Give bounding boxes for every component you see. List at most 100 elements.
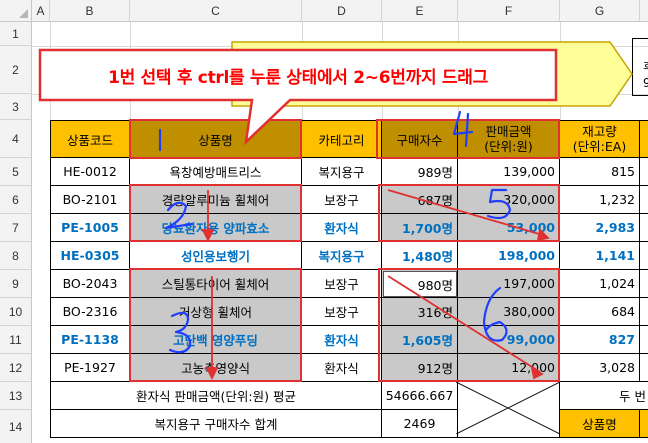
row-header-13[interactable]: 13 <box>0 382 32 410</box>
cell-name[interactable]: 당뇨환자용 양파효소 <box>130 214 302 242</box>
cell-stock[interactable]: 815 <box>560 158 640 186</box>
cell-category[interactable]: 환자식 <box>302 214 382 242</box>
cell-code[interactable]: HE-0305 <box>50 242 130 270</box>
cell-stock[interactable]: 827 <box>560 326 640 354</box>
cell-category[interactable]: 보장구 <box>302 298 382 326</box>
cell-overflow <box>640 270 648 298</box>
header-stock-line1: 재고량 <box>582 124 617 139</box>
row-header-4[interactable]: 4 <box>0 120 32 158</box>
header-code[interactable]: 상품코드 <box>50 120 130 158</box>
row-header-6[interactable]: 6 <box>0 186 32 214</box>
cell-name[interactable]: 경량알루미늄 휠체어 <box>130 186 302 214</box>
cell-stock[interactable]: 1,024 <box>560 270 640 298</box>
cell-code[interactable]: PE-1138 <box>50 326 130 354</box>
cell-code[interactable]: HE-0012 <box>50 158 130 186</box>
cell-code[interactable]: PE-1927 <box>50 354 130 382</box>
row-header-7[interactable]: 7 <box>0 214 32 242</box>
cell-stock[interactable]: 1,141 <box>560 242 640 270</box>
gridline <box>32 94 648 95</box>
col-header-c[interactable]: C <box>130 0 302 22</box>
cell-name[interactable]: 거상형 휠체어 <box>130 298 302 326</box>
header-category[interactable]: 카테고리 <box>302 120 382 158</box>
cell-buyers[interactable]: 1,700명 <box>382 214 458 242</box>
cell-overflow <box>640 326 648 354</box>
gridline <box>560 22 561 120</box>
cell-overflow <box>640 214 648 242</box>
cell-stock[interactable]: 2,983 <box>560 214 640 242</box>
cell-name[interactable]: 스틸통타이어 휠체어 <box>130 270 302 298</box>
header-buyers[interactable]: 구매자수 <box>382 120 458 158</box>
col-header-h[interactable] <box>640 0 648 22</box>
summary-avg-label[interactable]: 환자식 판매금액(단위:원) 평균 <box>50 382 382 410</box>
summary-sum-value[interactable]: 2469 <box>382 410 458 438</box>
cell-amount[interactable]: 198,000 <box>458 242 560 270</box>
cell-name[interactable]: 욕창예방매트리스 <box>130 158 302 186</box>
col-header-f[interactable]: F <box>458 0 560 22</box>
cell-code[interactable]: PE-1005 <box>50 214 130 242</box>
cell-category[interactable]: 보장구 <box>302 270 382 298</box>
header-overflow <box>640 120 648 158</box>
cell-category[interactable]: 환자식 <box>302 326 382 354</box>
gridline <box>32 46 648 47</box>
row-header-9[interactable]: 9 <box>0 270 32 298</box>
cell-overflow <box>640 186 648 214</box>
cell-name[interactable]: 고단백 영양푸딩 <box>130 326 302 354</box>
cell-overflow <box>640 354 648 382</box>
cell-buyers[interactable]: 316명 <box>382 298 458 326</box>
header-stock-line2: (단위:EA) <box>572 139 627 154</box>
cell-amount[interactable]: 320,000 <box>458 186 560 214</box>
row-header-5[interactable]: 5 <box>0 158 32 186</box>
cell-buyers[interactable]: 912명 <box>382 354 458 382</box>
cell-name[interactable]: 고농축영양식 <box>130 354 302 382</box>
col-header-d[interactable]: D <box>302 0 382 22</box>
col-header-g[interactable]: G <box>560 0 640 22</box>
row-header-12[interactable]: 12 <box>0 354 32 382</box>
cell-amount[interactable]: 12,000 <box>458 354 560 382</box>
cell-amount[interactable]: 380,000 <box>458 298 560 326</box>
cell-category[interactable]: 보장구 <box>302 186 382 214</box>
active-cell-value: 980명 <box>417 277 453 293</box>
col-header-e[interactable]: E <box>382 0 458 22</box>
header-amount[interactable]: 판매금액 (단위:원) <box>458 120 560 158</box>
cell-buyers[interactable]: 1,605명 <box>382 326 458 354</box>
summary-right-fragment: 두 번 <box>560 382 648 410</box>
cell-stock[interactable]: 3,028 <box>560 354 640 382</box>
select-all-corner[interactable] <box>0 0 32 22</box>
row-header-1[interactable]: 1 <box>0 22 32 46</box>
cell-buyers[interactable]: 687명 <box>382 186 458 214</box>
cell-code[interactable]: BO-2043 <box>50 270 130 298</box>
cell-category[interactable]: 복지용구 <box>302 242 382 270</box>
row-header-14[interactable]: 14 <box>0 410 32 443</box>
cell-amount[interactable]: 99,000 <box>458 326 560 354</box>
cell-overflow <box>640 298 648 326</box>
cell-code[interactable]: BO-2101 <box>50 186 130 214</box>
row-header-2[interactable]: 2 <box>0 46 32 94</box>
cell-stock[interactable]: 684 <box>560 298 640 326</box>
col-header-a[interactable]: A <box>32 0 50 22</box>
cell-buyers[interactable]: 1,480명 <box>382 242 458 270</box>
partial-text-top: 후 <box>643 58 648 75</box>
summary-avg-value[interactable]: 54666.667 <box>382 382 458 410</box>
instruction-text: 1번 선택 후 ctrl를 누룬 상태에서 2~6번까지 드래그 <box>108 67 488 88</box>
cell-amount[interactable]: 139,000 <box>458 158 560 186</box>
summary-product-name-label[interactable]: 상품명 <box>560 410 640 438</box>
header-stock[interactable]: 재고량 (단위:EA) <box>560 120 640 158</box>
cell-category[interactable]: 환자식 <box>302 354 382 382</box>
summary-sum-label[interactable]: 복지용구 구매자수 합계 <box>50 410 382 438</box>
col-header-b[interactable]: B <box>50 0 130 22</box>
cell-overflow <box>640 158 648 186</box>
cell-name[interactable]: 성인용보행기 <box>130 242 302 270</box>
row-header-11[interactable]: 11 <box>0 326 32 354</box>
cell-amount[interactable]: 53,000 <box>458 214 560 242</box>
header-amount-line1: 판매금액 <box>485 124 532 139</box>
cell-stock[interactable]: 1,232 <box>560 186 640 214</box>
row-header-3[interactable]: 3 <box>0 94 32 120</box>
row-header-10[interactable]: 10 <box>0 298 32 326</box>
row-header-8[interactable]: 8 <box>0 242 32 270</box>
cell-category[interactable]: 복지용구 <box>302 158 382 186</box>
cell-buyers[interactable]: 989명 <box>382 158 458 186</box>
cell-code[interactable]: BO-2316 <box>50 298 130 326</box>
cell-amount[interactable]: 197,000 <box>458 270 560 298</box>
header-name[interactable]: 상품명 <box>130 120 302 158</box>
partial-text-bottom: 9 <box>643 76 648 90</box>
